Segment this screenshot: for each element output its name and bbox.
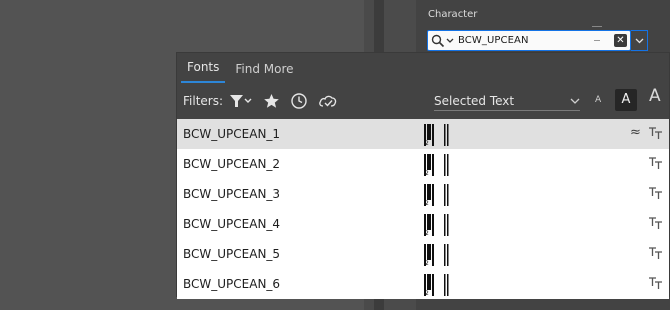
chevron-down-icon xyxy=(570,98,580,104)
font-picker-popover: Fonts Find More Filters: Selected Text A… xyxy=(176,52,670,299)
truetype-icon xyxy=(649,247,662,259)
search-icon xyxy=(431,34,445,47)
font-name: BCW_UPCEAN_1 xyxy=(183,127,281,141)
popover-tabs: Fonts Find More xyxy=(177,53,669,83)
font-preview-barcode: 2 xyxy=(424,244,449,266)
barcode-digit: 2 xyxy=(425,230,429,236)
tab-find-more[interactable]: Find More xyxy=(229,62,299,83)
preview-size-large-button[interactable]: A xyxy=(649,86,661,106)
character-panel-title: Character xyxy=(428,9,478,20)
font-name: BCW_UPCEAN_2 xyxy=(183,157,281,171)
font-list-item[interactable]: BCW_UPCEAN_2 2 xyxy=(177,149,669,179)
font-list-item[interactable]: BCW_UPCEAN_6 2 xyxy=(177,269,669,299)
truetype-icon xyxy=(649,157,662,169)
barcode-digit: 2 xyxy=(425,200,429,206)
font-list-item[interactable]: BCW_UPCEAN_4 2 xyxy=(177,209,669,239)
separator xyxy=(594,40,600,41)
font-preview-barcode: 2 xyxy=(424,184,449,206)
truetype-icon xyxy=(649,127,662,139)
font-list-item[interactable]: BCW_UPCEAN_5 2 xyxy=(177,239,669,269)
barcode-digit: 2 xyxy=(425,290,429,296)
cloud-check-icon xyxy=(319,95,337,107)
barcode-digit: 2 xyxy=(425,260,429,266)
barcode-digit: 2 xyxy=(425,140,429,146)
font-family-search[interactable]: BCW_UPCEAN ✕ xyxy=(427,30,631,51)
truetype-icon xyxy=(649,277,662,289)
preview-text-value: Selected Text xyxy=(434,93,515,108)
filter-classification-button[interactable] xyxy=(229,93,253,109)
preview-text-dropdown[interactable]: Selected Text xyxy=(434,91,580,111)
font-list-item[interactable]: BCW_UPCEAN_1 2 ≈ xyxy=(177,119,669,149)
tab-fonts[interactable]: Fonts xyxy=(181,60,226,83)
font-family-dropdown-button[interactable] xyxy=(631,30,648,51)
show-similar-button[interactable]: ≈ xyxy=(630,125,641,140)
favorites-filter-button[interactable] xyxy=(263,93,280,109)
font-preview-barcode: 2 xyxy=(424,124,449,146)
font-preview-barcode: 2 xyxy=(424,154,449,176)
font-list: BCW_UPCEAN_1 2 ≈ BCW_UPCEAN_2 2 BCW_UPCE… xyxy=(177,119,669,299)
font-name: BCW_UPCEAN_5 xyxy=(183,247,281,261)
clear-search-button[interactable]: ✕ xyxy=(614,34,627,47)
chevron-down-icon xyxy=(635,38,643,43)
font-name: BCW_UPCEAN_6 xyxy=(183,277,281,291)
font-name: BCW_UPCEAN_3 xyxy=(183,187,281,201)
preview-size-medium-button[interactable]: A xyxy=(615,89,637,111)
filters-label: Filters: xyxy=(183,93,224,108)
filter-toolbar: Filters: Selected Text A A A xyxy=(177,83,669,118)
chevron-down-icon[interactable] xyxy=(446,38,454,44)
font-list-item[interactable]: BCW_UPCEAN_3 2 xyxy=(177,179,669,209)
font-preview-barcode: 2 xyxy=(424,214,449,236)
preview-size-small-button[interactable]: A xyxy=(595,95,601,105)
recent-filter-button[interactable] xyxy=(290,92,308,110)
filter-icon xyxy=(230,94,252,107)
clock-icon xyxy=(291,92,307,109)
activated-fonts-filter-button[interactable] xyxy=(318,93,338,109)
font-name: BCW_UPCEAN_4 xyxy=(183,217,281,231)
truetype-icon xyxy=(649,217,662,229)
barcode-digit: 2 xyxy=(425,170,429,176)
truetype-icon xyxy=(649,187,662,199)
font-search-input[interactable]: BCW_UPCEAN xyxy=(458,35,594,46)
font-preview-barcode: 2 xyxy=(424,274,449,296)
star-icon xyxy=(264,93,279,108)
